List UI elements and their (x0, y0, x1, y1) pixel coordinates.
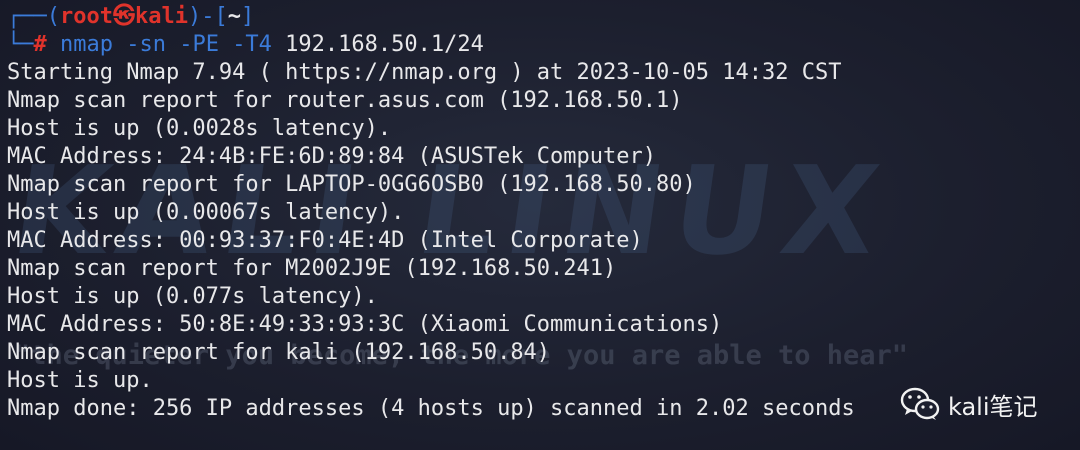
command-line[interactable]: └─# nmap -sn -PE -T4 192.168.50.1/24 (7, 31, 1077, 59)
output-line: MAC Address: 24:4B:FE:6D:89:84 (ASUSTek … (7, 144, 657, 169)
command-target: 192.168.50.1/24 (271, 32, 484, 57)
brand-watermark: kali笔记 (900, 384, 1038, 424)
prompt-frame-close: ] (240, 4, 255, 29)
output-line: Host is up (0.0028s latency). (7, 116, 392, 141)
prompt-frame-bottom: └─ (7, 32, 34, 57)
output-line: MAC Address: 50:8E:49:33:93:3C (Xiaomi C… (7, 312, 723, 337)
command-name: nmap (60, 32, 113, 57)
output-line: Host is up (0.077s latency). (7, 284, 378, 309)
terminal-output: ┌──(root㉿kali)-[~] └─# nmap -sn -PE -T4 … (7, 3, 1077, 423)
prompt-host: kali (134, 4, 188, 29)
prompt-path: ~ (227, 4, 241, 29)
output-line: Nmap scan report for kali (192.168.50.84… (7, 340, 551, 365)
command-args: -sn -PE -T4 (112, 32, 272, 57)
output-line: Host is up (0.00067s latency). (7, 200, 405, 225)
terminal-window[interactable]: KALI LINUX "the quieter you become, the … (0, 0, 1080, 450)
output-line: Starting Nmap 7.94 ( https://nmap.org ) … (7, 60, 842, 85)
wechat-icon (900, 386, 940, 422)
prompt-user: root (59, 4, 113, 29)
brand-label: kali笔记 (948, 392, 1038, 421)
output-line: Nmap scan report for M2002J9E (192.168.5… (7, 256, 617, 281)
output-line: Nmap scan report for router.asus.com (19… (7, 88, 683, 113)
output-line: MAC Address: 00:93:37:F0:4E:4D (Intel Co… (7, 228, 643, 253)
skull-icon: ㉿ (112, 4, 135, 29)
output-line: Nmap scan report for LAPTOP-0GG6OSB0 (19… (7, 172, 696, 197)
prompt-hash: # (33, 32, 47, 57)
prompt-frame: ┌──( (7, 4, 60, 29)
prompt-frame-mid: )-[ (187, 4, 228, 29)
prompt-line-top: ┌──(root㉿kali)-[~] (7, 3, 1077, 31)
